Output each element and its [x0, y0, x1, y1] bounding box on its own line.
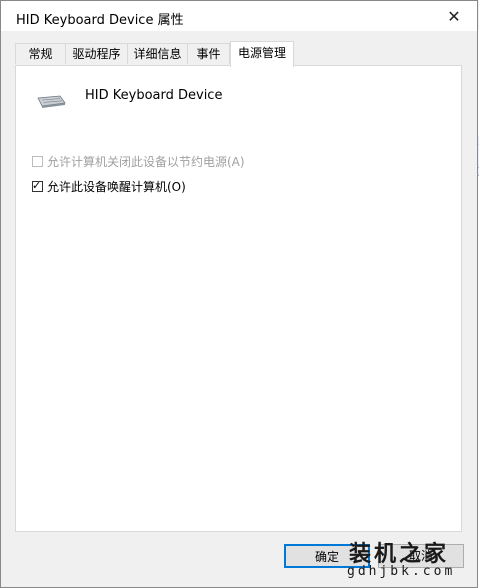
check-icon: ✓	[32, 179, 42, 192]
option-allow-power-off[interactable]: 允许计算机关闭此设备以节约电源(A)	[32, 153, 245, 170]
allow-power-off-checkbox[interactable]	[32, 156, 43, 167]
tab-power-management[interactable]: 电源管理	[230, 41, 294, 67]
tab-details[interactable]: 详细信息	[127, 43, 188, 64]
properties-dialog: HID Keyboard Device 属性 ✕ 常规 驱动程序 详细信息 事件…	[0, 0, 478, 588]
keyboard-icon	[37, 95, 66, 108]
allow-wake-label: 允许此设备唤醒计算机(O)	[47, 180, 186, 194]
option-allow-wake[interactable]: ✓ 允许此设备唤醒计算机(O)	[32, 178, 186, 195]
allow-power-off-label: 允许计算机关闭此设备以节约电源(A)	[47, 155, 245, 169]
device-name: HID Keyboard Device	[85, 88, 223, 103]
cancel-button[interactable]: 取消	[378, 544, 464, 568]
tab-driver[interactable]: 驱动程序	[65, 43, 128, 64]
tab-general[interactable]: 常规	[15, 43, 66, 64]
close-icon[interactable]: ✕	[431, 1, 477, 31]
title-bar[interactable]: HID Keyboard Device 属性 ✕	[1, 1, 477, 31]
window-title: HID Keyboard Device 属性	[16, 13, 184, 28]
ok-button[interactable]: 确定	[284, 544, 370, 568]
tab-events[interactable]: 事件	[187, 43, 230, 64]
allow-wake-checkbox[interactable]: ✓	[32, 179, 43, 192]
tab-panel-power-management: HID Keyboard Device 允许计算机关闭此设备以节约电源(A) ✓…	[15, 65, 462, 532]
